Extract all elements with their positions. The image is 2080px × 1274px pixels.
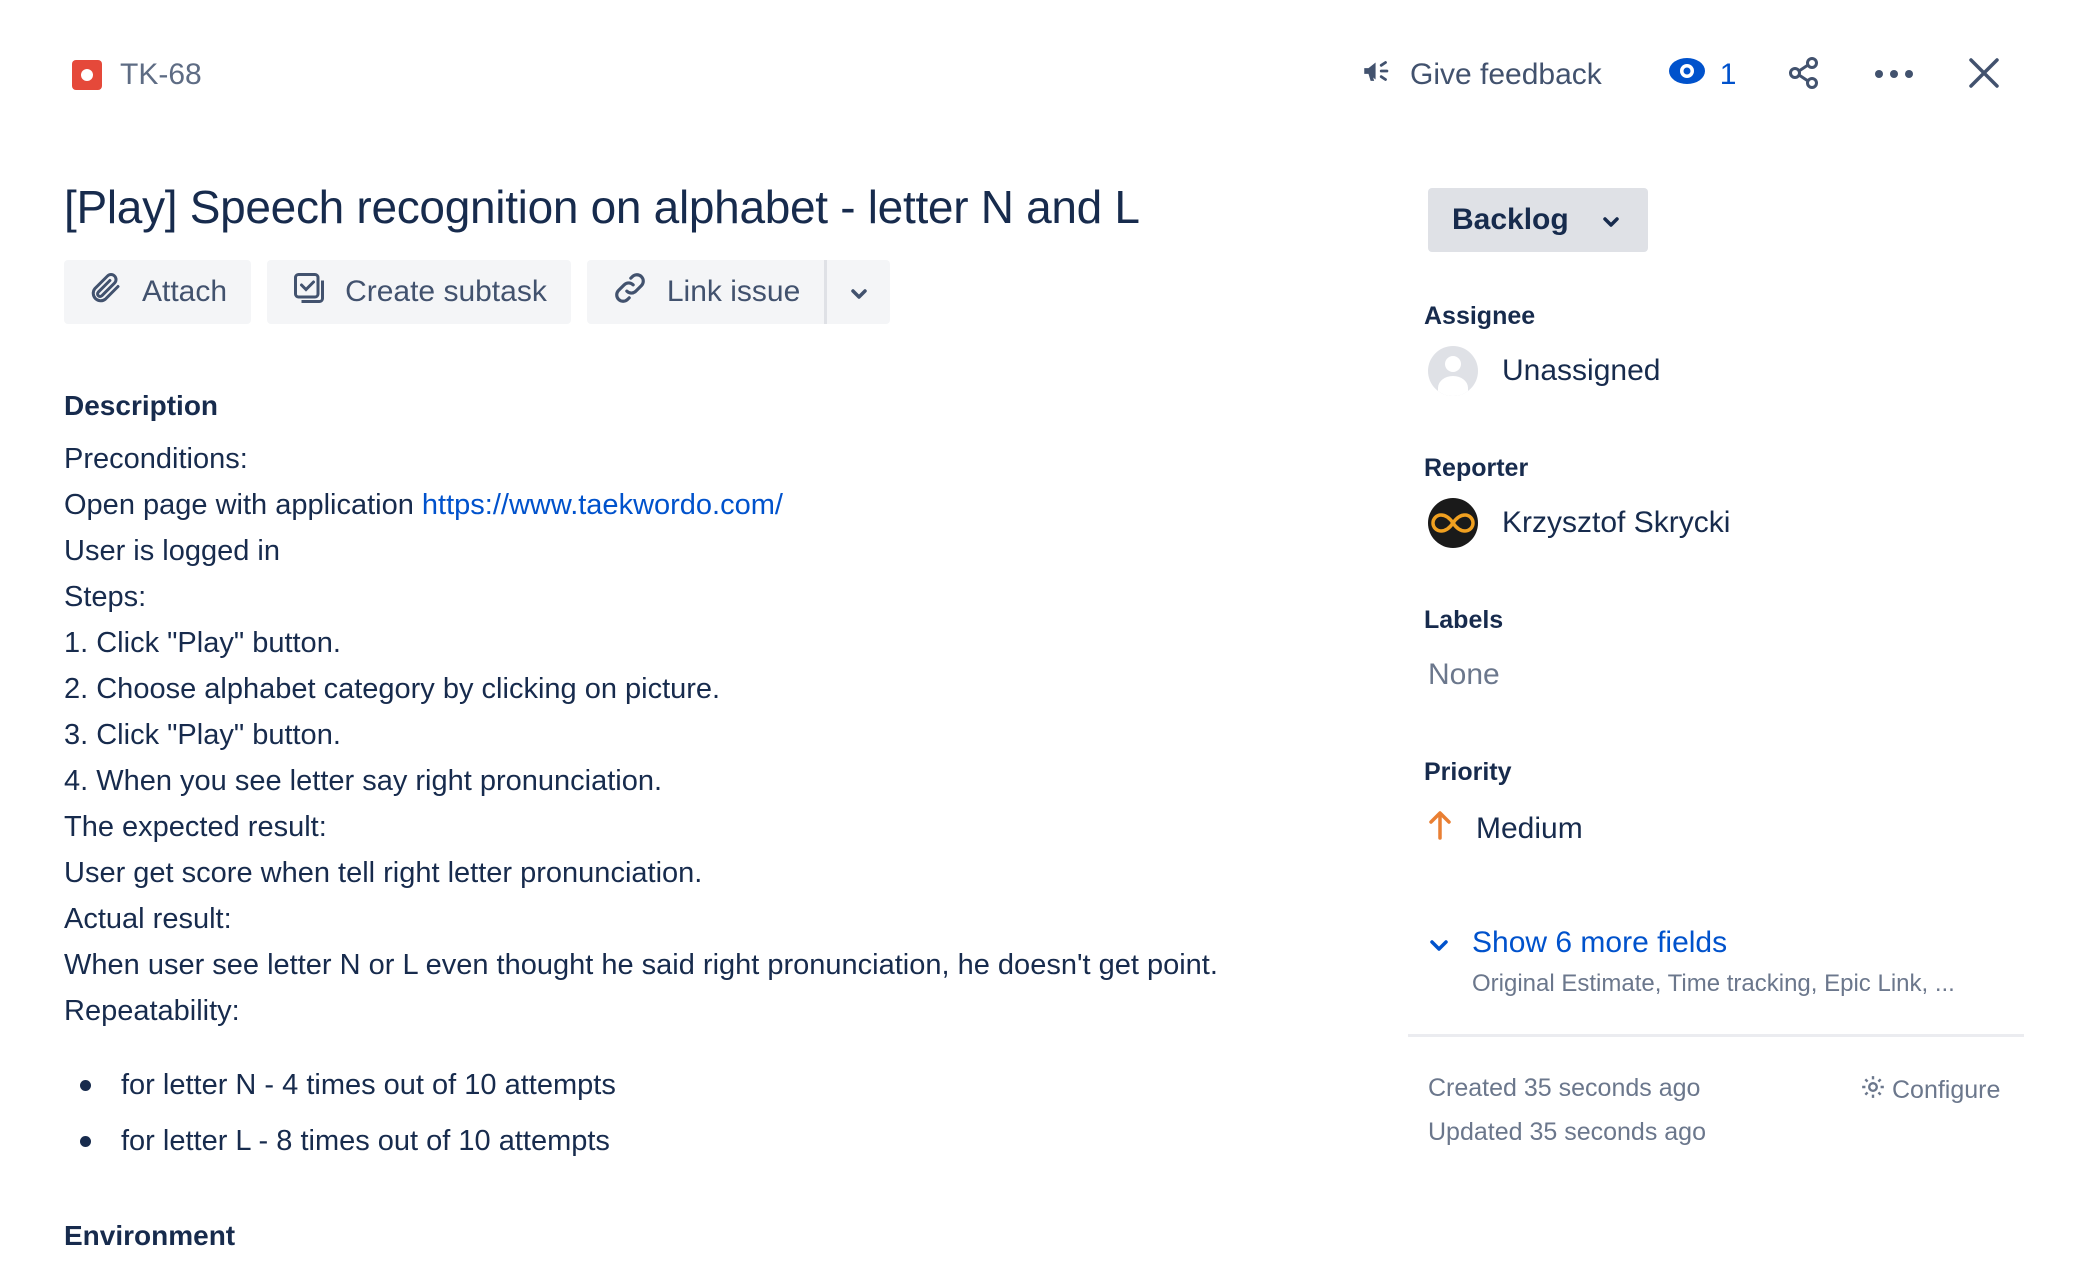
give-feedback-button[interactable]: Give feedback — [1360, 54, 1602, 96]
desc-expected: User get score when tell right letter pr… — [64, 857, 703, 889]
give-feedback-label: Give feedback — [1410, 58, 1602, 91]
bug-issue-type-icon — [72, 60, 102, 90]
priority-value: Medium — [1476, 812, 1583, 845]
show-more-fields[interactable]: Show 6 more fields Original Estimate, Ti… — [1428, 926, 1955, 998]
watch-button[interactable]: 1 — [1668, 57, 1737, 93]
list-item: for letter N - 4 times out of 10 attempt… — [72, 1057, 616, 1113]
reporter-value: Krzysztof Skrycki — [1502, 506, 1731, 539]
environment-heading: Environment — [64, 1220, 236, 1251]
link-icon — [611, 269, 649, 315]
subtask-icon — [291, 270, 327, 314]
header-actions: Give feedback 1 — [1360, 50, 2000, 100]
desc-repeatability-label: Repeatability: — [64, 995, 240, 1027]
issue-title[interactable]: [Play] Speech recognition on alphabet - … — [64, 180, 1140, 234]
chevron-down-icon — [1428, 926, 1450, 960]
created-timestamp: Created 35 seconds ago — [1428, 1074, 1701, 1102]
desc-preconditions: Preconditions: — [64, 443, 248, 475]
attach-label: Attach — [142, 275, 228, 308]
labels-field[interactable]: None — [1428, 658, 1500, 692]
arrow-up-icon — [1428, 810, 1452, 848]
gear-icon — [1860, 1074, 1886, 1107]
divider — [1408, 1034, 2024, 1037]
desc-expected-label: The expected result: — [64, 811, 327, 843]
chevron-down-icon — [849, 275, 869, 309]
avatar — [1428, 346, 1478, 396]
desc-actual: When user see letter N or L even thought… — [64, 949, 1218, 981]
reporter-label: Reporter — [1424, 454, 1529, 482]
desc-actual-label: Actual result: — [64, 903, 232, 935]
labels-label: Labels — [1424, 606, 1504, 634]
desc-step-1: 1. Click "Play" button. — [64, 627, 341, 659]
avatar — [1428, 498, 1478, 548]
paperclip-icon — [88, 270, 124, 314]
desc-logged-in: User is logged in — [64, 535, 280, 567]
desc-open-page-text: Open page with application — [64, 489, 422, 521]
priority-field[interactable]: Medium — [1428, 810, 1583, 848]
desc-steps-label: Steps: — [64, 581, 147, 613]
more-fields-list: Original Estimate, Time tracking, Epic L… — [1472, 970, 1955, 997]
issue-toolbar: Attach Create subtask Link issue — [64, 260, 891, 324]
assignee-field[interactable]: Unassigned — [1428, 346, 1660, 396]
description-body[interactable]: Preconditions: Open page with applicatio… — [64, 436, 1218, 1034]
list-item: for letter L - 8 times out of 10 attempt… — [72, 1113, 616, 1169]
link-issue-label: Link issue — [666, 275, 801, 308]
link-issue-button[interactable]: Link issue — [586, 260, 825, 324]
desc-application-link[interactable]: https://www.taekwordo.com/ — [422, 489, 783, 521]
priority-label: Priority — [1424, 758, 1512, 786]
close-button[interactable] — [1968, 57, 2000, 94]
watch-count: 1 — [1719, 58, 1737, 91]
desc-open-page: Open page with application https://www.t… — [64, 482, 1218, 528]
status-label: Backlog — [1452, 203, 1569, 236]
configure-button[interactable]: Configure — [1860, 1074, 2000, 1107]
desc-step-2: 2. Choose alphabet category by clicking … — [64, 673, 721, 705]
description-heading: Description — [64, 390, 219, 421]
assignee-label: Assignee — [1424, 302, 1536, 330]
share-icon — [1786, 55, 1822, 96]
assignee-value: Unassigned — [1502, 354, 1661, 387]
eye-icon — [1668, 57, 1706, 93]
show-more-fields-label: Show 6 more fields — [1472, 926, 1728, 959]
close-icon — [1968, 57, 2000, 94]
configure-label: Configure — [1892, 1076, 2001, 1104]
chevron-down-icon — [1601, 203, 1621, 237]
attach-button[interactable]: Attach — [64, 260, 252, 324]
infinity-icon — [1431, 513, 1475, 533]
issue-key-link[interactable]: TK-68 — [72, 58, 202, 92]
ellipsis-icon — [1874, 66, 1914, 84]
updated-timestamp: Updated 35 seconds ago — [1428, 1118, 1706, 1146]
more-actions-button[interactable] — [1874, 66, 1914, 84]
issue-key: TK-68 — [120, 58, 202, 91]
desc-step-3: 3. Click "Play" button. — [64, 719, 341, 751]
link-issue-split: Link issue — [586, 260, 891, 324]
repeatability-list: for letter N - 4 times out of 10 attempt… — [72, 1057, 616, 1169]
reporter-field[interactable]: Krzysztof Skrycki — [1428, 498, 1730, 548]
desc-step-4: 4. When you see letter say right pronunc… — [64, 765, 663, 797]
share-button[interactable] — [1786, 55, 1822, 96]
create-subtask-button[interactable]: Create subtask — [267, 260, 571, 324]
link-issue-dropdown-button[interactable] — [824, 260, 891, 324]
status-dropdown[interactable]: Backlog — [1428, 188, 1648, 252]
create-subtask-label: Create subtask — [345, 275, 547, 308]
megaphone-icon — [1360, 54, 1394, 96]
